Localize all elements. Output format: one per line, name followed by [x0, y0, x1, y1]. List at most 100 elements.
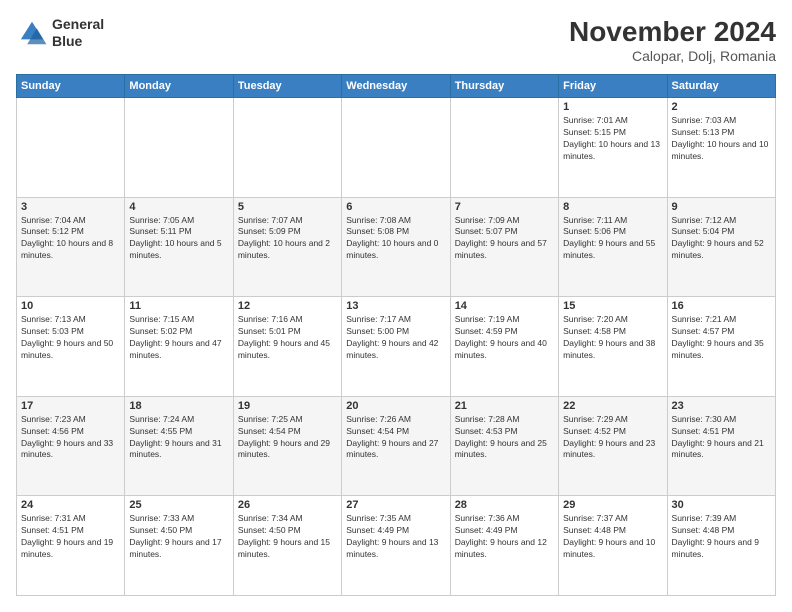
day-number: 15 — [563, 300, 662, 312]
day-number: 28 — [455, 499, 554, 511]
logo-line1: General — [52, 16, 104, 33]
calendar-cell — [450, 98, 558, 198]
day-number: 17 — [21, 400, 120, 412]
day-header-thursday: Thursday — [450, 75, 558, 98]
calendar-cell: 22 Sunrise: 7:29 AM Sunset: 4:52 PM Dayli… — [559, 396, 667, 496]
day-info: Sunrise: 7:01 AM Sunset: 5:15 PM Dayligh… — [563, 115, 662, 163]
day-number: 21 — [455, 400, 554, 412]
calendar-week-2: 3 Sunrise: 7:04 AM Sunset: 5:12 PM Daylig… — [17, 197, 776, 297]
calendar-cell: 20Sunrise: 7:26 AM Sunset: 4:54 PM Dayli… — [342, 396, 450, 496]
calendar-cell: 6 Sunrise: 7:08 AM Sunset: 5:08 PM Daylig… — [342, 197, 450, 297]
calendar-cell: 8 Sunrise: 7:11 AM Sunset: 5:06 PM Daylig… — [559, 197, 667, 297]
logo-line2: Blue — [52, 33, 104, 50]
day-info: Sunrise: 7:28 AM Sunset: 4:53 PM Dayligh… — [455, 414, 554, 462]
day-number: 12 — [238, 300, 337, 312]
calendar-cell: 21 Sunrise: 7:28 AM Sunset: 4:53 PM Dayli… — [450, 396, 558, 496]
calendar-cell: 12 Sunrise: 7:16 AM Sunset: 5:01 PM Dayli… — [233, 297, 341, 397]
day-info: Sunrise: 7:31 AM Sunset: 4:51 PM Dayligh… — [21, 513, 120, 561]
day-info: Sunrise: 7:05 AM Sunset: 5:11 PM Dayligh… — [129, 215, 228, 263]
day-info: Sunrise: 7:23 AM Sunset: 4:56 PM Dayligh… — [21, 414, 120, 462]
day-header-saturday: Saturday — [667, 75, 775, 98]
day-info: Sunrise: 7:16 AM Sunset: 5:01 PM Dayligh… — [238, 314, 337, 362]
calendar-cell: 26Sunrise: 7:34 AM Sunset: 4:50 PM Dayli… — [233, 496, 341, 596]
day-header-monday: Monday — [125, 75, 233, 98]
logo: General Blue — [16, 16, 104, 50]
calendar-table: SundayMondayTuesdayWednesdayThursdayFrid… — [16, 74, 776, 596]
day-number: 2 — [672, 101, 771, 113]
calendar-cell: 2 Sunrise: 7:03 AM Sunset: 5:13 PM Daylig… — [667, 98, 775, 198]
day-header-sunday: Sunday — [17, 75, 125, 98]
calendar-week-3: 10Sunrise: 7:13 AM Sunset: 5:03 PM Dayli… — [17, 297, 776, 397]
calendar-cell: 28Sunrise: 7:36 AM Sunset: 4:49 PM Dayli… — [450, 496, 558, 596]
day-info: Sunrise: 7:26 AM Sunset: 4:54 PM Dayligh… — [346, 414, 445, 462]
day-number: 1 — [563, 101, 662, 113]
logo-icon — [16, 17, 48, 49]
calendar-cell: 29 Sunrise: 7:37 AM Sunset: 4:48 PM Dayli… — [559, 496, 667, 596]
calendar-cell: 27 Sunrise: 7:35 AM Sunset: 4:49 PM Dayli… — [342, 496, 450, 596]
calendar-cell: 24 Sunrise: 7:31 AM Sunset: 4:51 PM Dayli… — [17, 496, 125, 596]
calendar-cell: 18 Sunrise: 7:24 AM Sunset: 4:55 PM Dayli… — [125, 396, 233, 496]
day-info: Sunrise: 7:25 AM Sunset: 4:54 PM Dayligh… — [238, 414, 337, 462]
day-info: Sunrise: 7:09 AM Sunset: 5:07 PM Dayligh… — [455, 215, 554, 263]
day-number: 14 — [455, 300, 554, 312]
day-number: 4 — [129, 201, 228, 213]
day-number: 3 — [21, 201, 120, 213]
day-info: Sunrise: 7:15 AM Sunset: 5:02 PM Dayligh… — [129, 314, 228, 362]
day-info: Sunrise: 7:13 AM Sunset: 5:03 PM Dayligh… — [21, 314, 120, 362]
calendar-cell: 10Sunrise: 7:13 AM Sunset: 5:03 PM Dayli… — [17, 297, 125, 397]
day-number: 24 — [21, 499, 120, 511]
calendar-cell: 16Sunrise: 7:21 AM Sunset: 4:57 PM Dayli… — [667, 297, 775, 397]
day-info: Sunrise: 7:07 AM Sunset: 5:09 PM Dayligh… — [238, 215, 337, 263]
calendar-cell — [233, 98, 341, 198]
day-info: Sunrise: 7:37 AM Sunset: 4:48 PM Dayligh… — [563, 513, 662, 561]
calendar-cell: 5 Sunrise: 7:07 AM Sunset: 5:09 PM Daylig… — [233, 197, 341, 297]
day-header-friday: Friday — [559, 75, 667, 98]
day-info: Sunrise: 7:08 AM Sunset: 5:08 PM Dayligh… — [346, 215, 445, 263]
calendar-cell — [342, 98, 450, 198]
day-info: Sunrise: 7:11 AM Sunset: 5:06 PM Dayligh… — [563, 215, 662, 263]
day-info: Sunrise: 7:17 AM Sunset: 5:00 PM Dayligh… — [346, 314, 445, 362]
calendar-cell: 9Sunrise: 7:12 AM Sunset: 5:04 PM Daylig… — [667, 197, 775, 297]
day-number: 30 — [672, 499, 771, 511]
day-number: 18 — [129, 400, 228, 412]
day-number: 7 — [455, 201, 554, 213]
day-number: 8 — [563, 201, 662, 213]
day-number: 22 — [563, 400, 662, 412]
day-number: 23 — [672, 400, 771, 412]
calendar-cell: 15 Sunrise: 7:20 AM Sunset: 4:58 PM Dayli… — [559, 297, 667, 397]
day-info: Sunrise: 7:20 AM Sunset: 4:58 PM Dayligh… — [563, 314, 662, 362]
calendar-cell: 4 Sunrise: 7:05 AM Sunset: 5:11 PM Daylig… — [125, 197, 233, 297]
day-info: Sunrise: 7:29 AM Sunset: 4:52 PM Dayligh… — [563, 414, 662, 462]
calendar-cell: 14 Sunrise: 7:19 AM Sunset: 4:59 PM Dayli… — [450, 297, 558, 397]
day-info: Sunrise: 7:03 AM Sunset: 5:13 PM Dayligh… — [672, 115, 771, 163]
calendar-cell — [125, 98, 233, 198]
day-info: Sunrise: 7:12 AM Sunset: 5:04 PM Dayligh… — [672, 215, 771, 263]
calendar-cell — [17, 98, 125, 198]
page: General Blue November 2024 Calopar, Dolj… — [0, 0, 792, 612]
day-info: Sunrise: 7:34 AM Sunset: 4:50 PM Dayligh… — [238, 513, 337, 561]
calendar-cell: 13 Sunrise: 7:17 AM Sunset: 5:00 PM Dayli… — [342, 297, 450, 397]
calendar-cell: 3 Sunrise: 7:04 AM Sunset: 5:12 PM Daylig… — [17, 197, 125, 297]
calendar-cell: 25Sunrise: 7:33 AM Sunset: 4:50 PM Dayli… — [125, 496, 233, 596]
calendar-week-1: 1 Sunrise: 7:01 AM Sunset: 5:15 PM Daylig… — [17, 98, 776, 198]
day-number: 29 — [563, 499, 662, 511]
calendar-cell: 7 Sunrise: 7:09 AM Sunset: 5:07 PM Daylig… — [450, 197, 558, 297]
location: Calopar, Dolj, Romania — [569, 48, 776, 64]
day-number: 5 — [238, 201, 337, 213]
day-header-tuesday: Tuesday — [233, 75, 341, 98]
title-block: November 2024 Calopar, Dolj, Romania — [569, 16, 776, 64]
day-number: 16 — [672, 300, 771, 312]
day-info: Sunrise: 7:19 AM Sunset: 4:59 PM Dayligh… — [455, 314, 554, 362]
calendar-cell: 23Sunrise: 7:30 AM Sunset: 4:51 PM Dayli… — [667, 396, 775, 496]
day-number: 27 — [346, 499, 445, 511]
calendar-cell: 30Sunrise: 7:39 AM Sunset: 4:48 PM Dayli… — [667, 496, 775, 596]
logo-text: General Blue — [52, 16, 104, 50]
day-info: Sunrise: 7:33 AM Sunset: 4:50 PM Dayligh… — [129, 513, 228, 561]
day-number: 6 — [346, 201, 445, 213]
day-number: 13 — [346, 300, 445, 312]
calendar-cell: 1 Sunrise: 7:01 AM Sunset: 5:15 PM Daylig… — [559, 98, 667, 198]
day-info: Sunrise: 7:24 AM Sunset: 4:55 PM Dayligh… — [129, 414, 228, 462]
calendar-cell: 11Sunrise: 7:15 AM Sunset: 5:02 PM Dayli… — [125, 297, 233, 397]
day-info: Sunrise: 7:04 AM Sunset: 5:12 PM Dayligh… — [21, 215, 120, 263]
day-info: Sunrise: 7:35 AM Sunset: 4:49 PM Dayligh… — [346, 513, 445, 561]
